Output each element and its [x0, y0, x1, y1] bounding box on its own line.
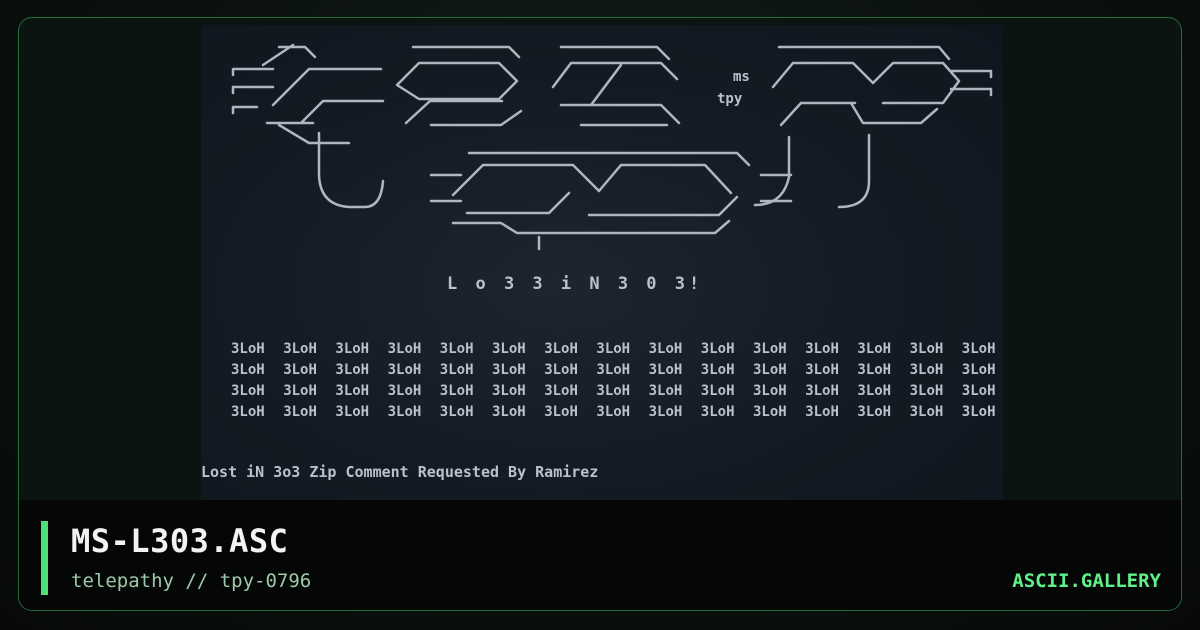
ascii-repeat-word: 3LoH	[649, 404, 683, 420]
ascii-caption: L o 3 3 i N 3 0 3!	[447, 274, 703, 294]
ascii-repeat-word: 3LoH	[440, 404, 474, 420]
card-frame: ms tpy L o 3 3 i N 3 0 3! 3LoH 3LoH 3LoH 3L…	[18, 17, 1182, 611]
ascii-repeat-word: 3LoH	[544, 383, 578, 399]
ascii-repeat-word: 3LoH	[440, 383, 474, 399]
ascii-repeat-word: 3LoH	[388, 383, 422, 399]
ascii-repeat-word: 3LoH	[388, 341, 422, 357]
ascii-credit-line: Lost iN 3o3 Zip Comment Requested By Ram…	[201, 463, 598, 481]
ascii-repeat-word: 3LoH	[857, 362, 891, 378]
ascii-logo-lines	[231, 43, 993, 251]
ascii-repeat-word: 3LoH	[910, 383, 944, 399]
ascii-repeat-word: 3LoH	[335, 404, 369, 420]
ascii-repeat-word: 3LoH	[596, 404, 630, 420]
ascii-repeat-word: 3LoH	[649, 383, 683, 399]
ascii-repeat-word: 3LoH	[805, 383, 839, 399]
ascii-repeat-word: 3LoH	[596, 362, 630, 378]
card-footer: MS-L303.ASC telepathy // tpy-0796 ASCII.…	[19, 500, 1181, 610]
ascii-repeat-word: 3LoH	[805, 362, 839, 378]
ascii-repeat-word: 3LoH	[701, 341, 735, 357]
ascii-repeat-word: 3LoH	[231, 362, 265, 378]
ascii-repeat-word: 3LoH	[701, 362, 735, 378]
ascii-repeat-word: 3LoH	[596, 383, 630, 399]
ascii-art-panel: ms tpy L o 3 3 i N 3 0 3! 3LoH 3LoH 3LoH 3L…	[201, 25, 1003, 501]
ascii-repeat-word: 3LoH	[753, 362, 787, 378]
ascii-repeat-word: 3LoH	[388, 404, 422, 420]
ascii-repeat-word: 3LoH	[492, 383, 526, 399]
ascii-repeat-word: 3LoH	[753, 404, 787, 420]
ascii-repeat-word: 3LoH	[492, 404, 526, 420]
logo-tag-tpy: tpy	[717, 91, 743, 107]
ascii-repeat-word: 3LoH	[544, 404, 578, 420]
ascii-art: ms tpy L o 3 3 i N 3 0 3! 3LoH 3LoH 3LoH 3L…	[201, 43, 996, 481]
ascii-repeat-word: 3LoH	[910, 362, 944, 378]
ascii-repeat-word: 3LoH	[753, 341, 787, 357]
logo-tag-ms: ms	[733, 69, 750, 85]
ascii-repeat-word: 3LoH	[701, 383, 735, 399]
ascii-repeat-word: 3LoH	[962, 404, 996, 420]
ascii-repeat-word: 3LoH	[335, 383, 369, 399]
ascii-repeat-word: 3LoH	[753, 383, 787, 399]
ascii-repeat-word: 3LoH	[910, 341, 944, 357]
ascii-repeat-word: 3LoH	[388, 362, 422, 378]
ascii-repeat-word: 3LoH	[335, 341, 369, 357]
ascii-repeat-word: 3LoH	[962, 383, 996, 399]
ascii-repeat-word: 3LoH	[910, 404, 944, 420]
ascii-repeat-word: 3LoH	[283, 362, 317, 378]
accent-bar	[41, 521, 48, 595]
ascii-repeat-word: 3LoH	[962, 341, 996, 357]
ascii-repeat-word: 3LoH	[962, 362, 996, 378]
ascii-repeat-word: 3LoH	[649, 341, 683, 357]
ascii-repeat-word: 3LoH	[440, 341, 474, 357]
ascii-repeat-grid: 3LoH 3LoH 3LoH 3LoH 3LoH 3LoH 3LoH 3LoH 3LoH 3LoH…	[231, 341, 996, 420]
artwork-title: MS-L303.ASC	[71, 522, 289, 560]
ascii-repeat-word: 3LoH	[649, 362, 683, 378]
ascii-repeat-word: 3LoH	[701, 404, 735, 420]
ascii-repeat-word: 3LoH	[492, 341, 526, 357]
ascii-repeat-word: 3LoH	[335, 362, 369, 378]
ascii-repeat-word: 3LoH	[283, 341, 317, 357]
ascii-repeat-word: 3LoH	[283, 383, 317, 399]
ascii-repeat-word: 3LoH	[492, 362, 526, 378]
ascii-repeat-word: 3LoH	[440, 362, 474, 378]
ascii-repeat-word: 3LoH	[857, 341, 891, 357]
ascii-repeat-word: 3LoH	[596, 341, 630, 357]
site-brand[interactable]: ASCII.GALLERY	[1012, 570, 1161, 592]
ascii-repeat-word: 3LoH	[805, 341, 839, 357]
ascii-repeat-word: 3LoH	[283, 404, 317, 420]
ascii-repeat-word: 3LoH	[231, 341, 265, 357]
artwork-author-id: telepathy // tpy-0796	[71, 570, 312, 592]
ascii-repeat-word: 3LoH	[544, 341, 578, 357]
ascii-repeat-word: 3LoH	[857, 404, 891, 420]
ascii-repeat-word: 3LoH	[544, 362, 578, 378]
ascii-repeat-word: 3LoH	[857, 383, 891, 399]
ascii-repeat-word: 3LoH	[231, 383, 265, 399]
page: ms tpy L o 3 3 i N 3 0 3! 3LoH 3LoH 3LoH 3L…	[0, 0, 1200, 630]
ascii-repeat-word: 3LoH	[805, 404, 839, 420]
ascii-repeat-word: 3LoH	[231, 404, 265, 420]
